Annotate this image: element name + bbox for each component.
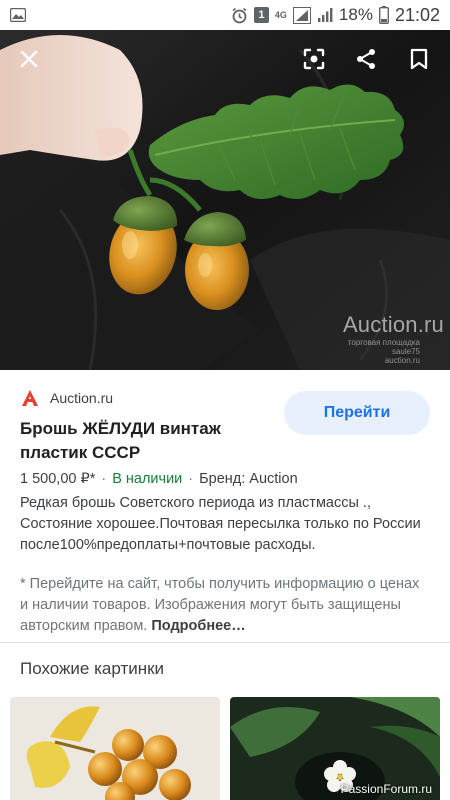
product-description: Редкая брошь Советского периода из пласт… bbox=[20, 495, 421, 553]
brand: Бренд: Auction bbox=[199, 471, 298, 487]
image-watermark-caption: торговая площадка saule75 auction.ru bbox=[348, 338, 420, 365]
battery-icon bbox=[378, 6, 389, 24]
copyright-notice: * Перейдите на сайт, чтобы получить инфо… bbox=[20, 574, 430, 637]
separator-dot: · bbox=[188, 471, 194, 487]
more-link[interactable]: Подробнее… bbox=[151, 618, 245, 634]
close-button[interactable] bbox=[12, 42, 46, 76]
share-button[interactable] bbox=[349, 42, 383, 76]
visit-site-button[interactable]: Перейти bbox=[284, 391, 430, 435]
product-meta: 1 500,00 ₽* · В наличии · Бренд: Auction bbox=[20, 471, 430, 487]
signal-icon bbox=[292, 6, 311, 24]
watermark-line-2: saule75 bbox=[391, 347, 420, 356]
thumbnail-watermark: PassionForum.ru bbox=[340, 782, 432, 796]
availability: В наличии bbox=[112, 471, 183, 487]
lens-icon bbox=[303, 48, 325, 70]
watermark-line-1: торговая площадка bbox=[347, 338, 420, 347]
clock: 21:02 bbox=[394, 4, 440, 25]
network-label: 4G bbox=[274, 9, 287, 20]
auction-logo-icon bbox=[20, 388, 40, 408]
sim-badge: 1 bbox=[253, 7, 269, 23]
product-image[interactable]: Auction.ru торговая площадка saule75 auc… bbox=[0, 30, 450, 370]
similar-image-2[interactable]: PassionForum.ru bbox=[230, 697, 440, 800]
separator-dot: · bbox=[101, 471, 107, 487]
image-watermark: Auction.ru bbox=[342, 312, 444, 337]
alarm-icon bbox=[231, 7, 248, 24]
product-card: Auction.ru Перейти Брошь ЖЁЛУДИ винтаж п… bbox=[0, 370, 450, 637]
close-icon bbox=[20, 50, 38, 68]
gallery-icon bbox=[10, 8, 26, 22]
price: 1 500,00 ₽* bbox=[20, 471, 96, 487]
bookmark-icon bbox=[410, 48, 428, 70]
signal-bars-icon bbox=[317, 7, 333, 23]
battery-percent: 18% bbox=[338, 5, 373, 24]
similar-image-1[interactable] bbox=[10, 697, 220, 800]
source-name: Auction.ru bbox=[50, 390, 114, 406]
share-icon bbox=[357, 49, 375, 69]
amber-grapes-thumbnail bbox=[10, 697, 220, 800]
watermark-line-3: auction.ru bbox=[384, 356, 420, 365]
lens-search-button[interactable] bbox=[297, 42, 331, 76]
bookmark-button[interactable] bbox=[402, 42, 436, 76]
similar-images-title: Похожие картинки bbox=[20, 659, 165, 678]
status-bar: 1 4G 18% 21:02 bbox=[0, 0, 450, 30]
section-divider bbox=[0, 642, 450, 643]
product-title[interactable]: Брошь ЖЁЛУДИ винтаж пластик СССР bbox=[20, 417, 280, 465]
